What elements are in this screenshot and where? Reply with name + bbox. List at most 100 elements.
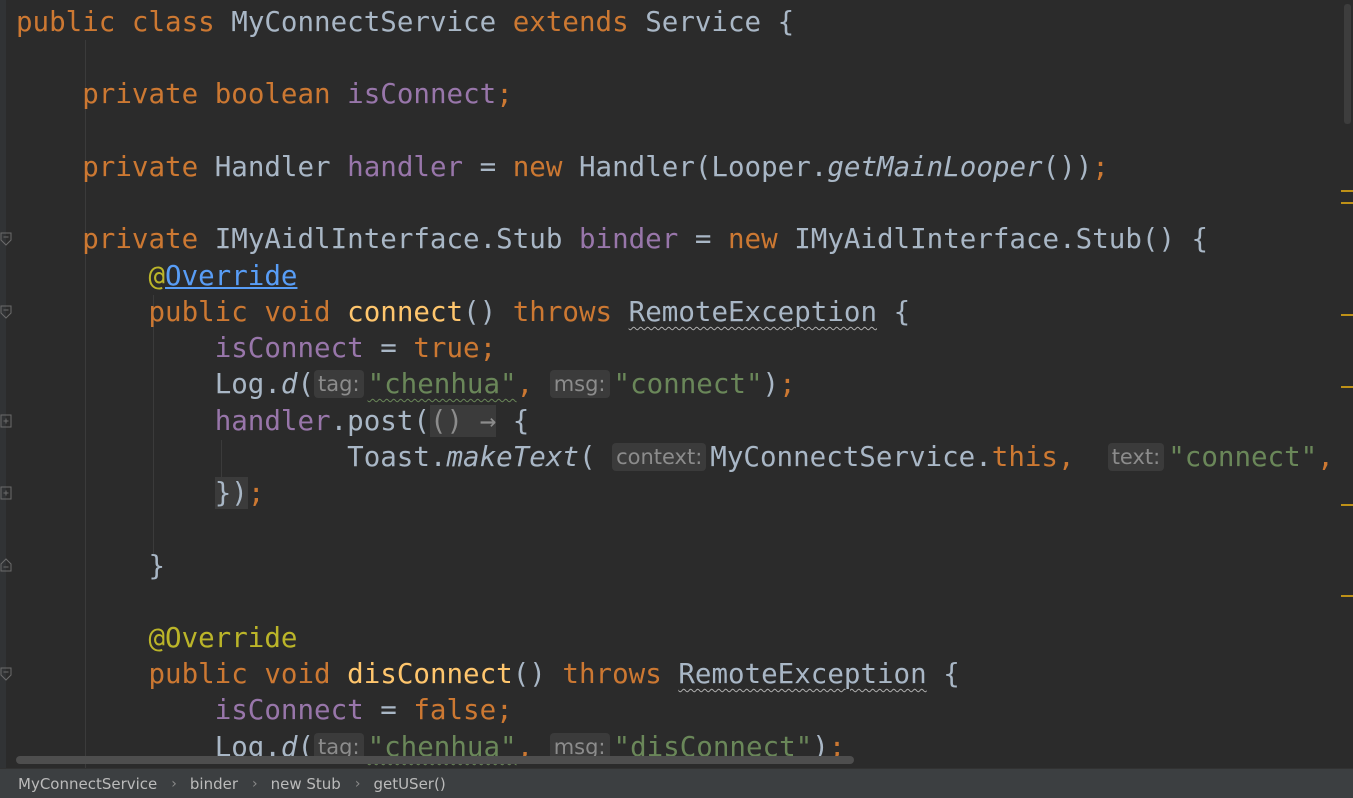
field-name: binder bbox=[578, 223, 679, 255]
warning-marker[interactable] bbox=[1341, 595, 1353, 597]
parameter-hint: text: bbox=[1107, 443, 1165, 471]
constructor-call: Handler(Looper. bbox=[578, 151, 828, 183]
field-name: isConnect bbox=[214, 332, 364, 364]
fold-open-icon[interactable] bbox=[0, 305, 12, 319]
breadcrumb-item-method[interactable]: getUSer() bbox=[371, 775, 447, 793]
code-line: public class MyConnectService extends Se… bbox=[16, 4, 794, 40]
brace: } bbox=[148, 550, 166, 582]
keyword: class bbox=[131, 6, 215, 38]
breadcrumb-chevron-icon: › bbox=[171, 775, 177, 792]
class-ref: MyConnectService. bbox=[710, 441, 992, 473]
brace: { bbox=[512, 405, 530, 437]
code-line: @Override bbox=[16, 620, 297, 656]
warning-marker[interactable] bbox=[1341, 504, 1353, 506]
class-ref: Toast. bbox=[347, 441, 447, 473]
brace: { bbox=[893, 296, 911, 328]
fold-open-icon[interactable] bbox=[0, 667, 12, 681]
fold-closed-icon[interactable] bbox=[0, 414, 12, 428]
keyword: void bbox=[264, 296, 331, 328]
warning-marker[interactable] bbox=[1341, 314, 1353, 316]
parameter-hint: msg: bbox=[549, 370, 610, 398]
breadcrumb-chevron-icon: › bbox=[354, 775, 361, 792]
field-name: handler bbox=[214, 405, 331, 437]
code-editor-window: public class MyConnectService extends Se… bbox=[0, 0, 1353, 798]
string-literal: "chenhua" bbox=[367, 368, 517, 400]
keyword: false bbox=[413, 694, 497, 726]
method-name: connect bbox=[347, 296, 464, 328]
warning-marker[interactable] bbox=[1341, 190, 1353, 192]
vertical-scrollbar[interactable] bbox=[1344, 4, 1351, 124]
folded-lambda[interactable]: () → bbox=[429, 405, 497, 437]
fold-closed-icon[interactable] bbox=[0, 486, 12, 500]
semicolon: ; bbox=[496, 78, 513, 110]
exception-type: RemoteException bbox=[628, 296, 878, 328]
brace: { bbox=[943, 658, 960, 690]
brace: { bbox=[777, 6, 795, 38]
semicolon: ; bbox=[779, 368, 796, 400]
keyword: public bbox=[148, 658, 248, 690]
code-area[interactable]: public class MyConnectService extends Se… bbox=[16, 0, 1353, 768]
breadcrumb-item-anonymous-class[interactable]: new Stub bbox=[269, 775, 343, 793]
paren: ) bbox=[762, 368, 780, 400]
operator: = bbox=[363, 332, 414, 364]
keyword: throws bbox=[512, 296, 613, 328]
warning-marker[interactable] bbox=[1341, 202, 1353, 204]
type-name: IMyAidlInterface.Stub bbox=[214, 223, 563, 255]
keyword: new bbox=[727, 223, 778, 255]
constructor-call: IMyAidlInterface.Stub() { bbox=[794, 223, 1209, 255]
field-name: handler bbox=[347, 151, 464, 183]
lambda-close: }) bbox=[214, 477, 248, 509]
operator: = bbox=[363, 694, 414, 726]
code-line: isConnect = false; bbox=[16, 692, 513, 728]
fold-open-icon[interactable] bbox=[0, 232, 12, 246]
override-link[interactable]: Override bbox=[165, 260, 297, 292]
string-literal: "connect" bbox=[1168, 441, 1318, 473]
error-stripe[interactable] bbox=[1341, 0, 1353, 768]
breadcrumb-item-class[interactable]: MyConnectService bbox=[16, 775, 159, 793]
breadcrumb-item-field[interactable]: binder bbox=[188, 775, 240, 793]
fold-open-icon[interactable] bbox=[0, 558, 12, 572]
code-line: handler.post(() → { bbox=[16, 403, 529, 439]
code-line: public void disConnect() throws RemoteEx… bbox=[16, 656, 960, 692]
code-line: private IMyAidlInterface.Stub binder = n… bbox=[16, 221, 1208, 257]
keyword: this bbox=[991, 441, 1058, 473]
warning-marker[interactable] bbox=[1341, 386, 1353, 388]
code-line: public void connect() throws RemoteExcep… bbox=[16, 294, 910, 330]
editor-gutter bbox=[0, 0, 6, 768]
parameter-hint: context: bbox=[612, 443, 707, 471]
breadcrumb: MyConnectService › binder › new Stub › g… bbox=[0, 768, 1353, 798]
string-literal: "connect" bbox=[613, 368, 763, 400]
static-method-call: getMainLooper bbox=[827, 151, 1043, 183]
annotation-at: @ bbox=[148, 260, 166, 292]
keyword: public bbox=[148, 296, 248, 328]
code-line: private Handler handler = new Handler(Lo… bbox=[16, 149, 1109, 185]
keyword: true bbox=[413, 332, 480, 364]
method-call: .post( bbox=[330, 405, 430, 437]
code-line: private boolean isConnect; bbox=[16, 76, 513, 112]
keyword: private bbox=[82, 78, 199, 110]
code-line: Log.d(tag: "chenhua", msg: "connect"); bbox=[16, 366, 796, 402]
keyword: extends bbox=[512, 6, 629, 38]
type-name: Service bbox=[645, 6, 762, 38]
static-method-call: d bbox=[280, 368, 298, 400]
operator: = bbox=[678, 223, 728, 255]
keyword: public bbox=[16, 6, 116, 38]
semicolon: ; bbox=[247, 477, 265, 509]
parameter-hint: tag: bbox=[314, 370, 364, 398]
keyword: private bbox=[82, 223, 199, 255]
keyword: void bbox=[264, 658, 331, 690]
keyword: private bbox=[82, 151, 199, 183]
type-name: Handler bbox=[214, 151, 331, 183]
class-ref: Log. bbox=[214, 368, 281, 400]
keyword: throws bbox=[562, 658, 662, 690]
comma: , bbox=[516, 368, 534, 400]
code-line: @Override bbox=[16, 258, 297, 294]
method-name: disConnect bbox=[347, 658, 513, 690]
class-name: MyConnectService bbox=[231, 6, 497, 38]
horizontal-scrollbar-thumb[interactable] bbox=[16, 756, 854, 764]
code-line: Toast.makeText( context: MyConnectService… bbox=[16, 439, 1334, 475]
parens: () bbox=[512, 658, 546, 690]
code-line: isConnect = true; bbox=[16, 330, 496, 366]
field-name: isConnect bbox=[214, 694, 364, 726]
keyword: new bbox=[512, 151, 563, 183]
